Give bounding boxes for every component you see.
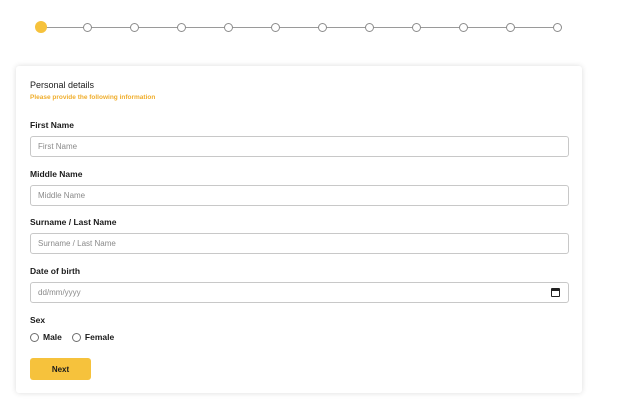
first-name-placeholder: First Name [38, 142, 78, 151]
step-11[interactable] [506, 23, 515, 32]
step-4[interactable] [177, 23, 186, 32]
sex-label: Sex [30, 315, 46, 325]
middle-name-label: Middle Name [30, 169, 83, 179]
step-1[interactable] [35, 21, 47, 33]
dob-placeholder: dd/mm/yyyy [38, 288, 81, 297]
dob-input[interactable]: dd/mm/yyyy [30, 282, 569, 303]
step-5[interactable] [224, 23, 233, 32]
middle-name-placeholder: Middle Name [38, 191, 86, 200]
step-10[interactable] [459, 23, 468, 32]
first-name-label: First Name [30, 120, 74, 130]
last-name-input[interactable]: Surname / Last Name [30, 233, 569, 254]
step-9[interactable] [412, 23, 421, 32]
female-radio[interactable] [71, 332, 81, 342]
stepper-line [41, 27, 559, 28]
step-12[interactable] [553, 23, 562, 32]
personal-details-card: Personal details Please provide the foll… [16, 66, 582, 393]
dob-label: Date of birth [30, 266, 81, 276]
next-button[interactable]: Next [30, 358, 91, 380]
progress-stepper [35, 20, 565, 36]
middle-name-input[interactable]: Middle Name [30, 185, 569, 206]
form-title: Personal details [30, 80, 95, 90]
step-8[interactable] [365, 23, 374, 32]
last-name-placeholder: Surname / Last Name [38, 239, 116, 248]
step-6[interactable] [271, 23, 280, 32]
male-label[interactable]: Male [43, 332, 62, 342]
calendar-icon[interactable] [551, 288, 560, 297]
first-name-input[interactable]: First Name [30, 136, 569, 157]
male-radio[interactable] [30, 332, 39, 342]
step-7[interactable] [318, 23, 327, 32]
step-3[interactable] [130, 23, 139, 32]
female-label[interactable]: Female [85, 332, 114, 342]
sex-radio-group: Male Female [30, 331, 124, 343]
form-subtitle: Please provide the following information [30, 94, 156, 101]
last-name-label: Surname / Last Name [30, 217, 117, 227]
step-2[interactable] [83, 23, 92, 32]
